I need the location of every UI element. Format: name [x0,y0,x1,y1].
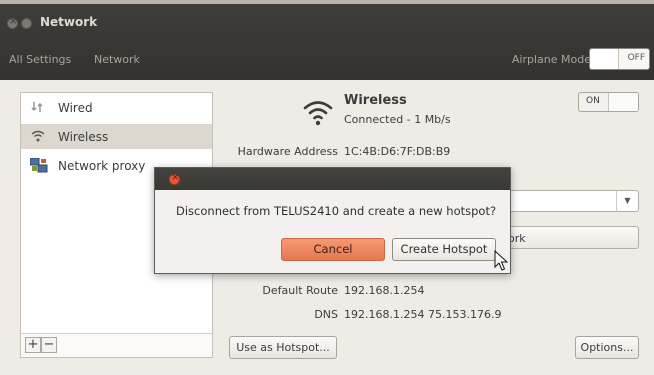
chevron-down-icon: ▼ [616,191,638,211]
default-route-value: 192.168.1.254 [344,284,425,297]
sidebar-item-wired[interactable]: Wired [21,95,212,120]
dialog-close-button[interactable] [169,172,180,185]
hardware-address-label: Hardware Address [237,145,338,158]
wired-network-icon [30,100,46,114]
breadcrumb-all-settings[interactable]: All Settings [9,53,71,66]
airplane-mode-label: Airplane Mode [511,53,591,66]
remove-connection-button[interactable]: − [41,337,57,353]
window-titlebar: Network All Settings Network Airplane Mo… [0,4,654,80]
default-route-label: Default Route [262,284,338,297]
window-title: Network [40,15,98,29]
window-close-button[interactable] [7,16,18,29]
hotspot-confirm-dialog: Disconnect from TELUS2410 and create a n… [154,167,511,274]
breadcrumb-network[interactable]: Network [94,53,140,66]
sidebar-footer: + − [21,333,212,357]
wireless-title: Wireless [344,93,407,108]
sidebar-item-label: Wireless [58,130,109,144]
use-as-hotspot-button[interactable]: Use as Hotspot... [229,336,337,359]
toggle-knob [590,49,619,69]
dialog-message: Disconnect from TELUS2410 and create a n… [176,204,497,218]
wireless-status: Connected - 1 Mb/s [344,113,451,126]
dialog-titlebar [155,168,510,190]
hardware-address-value: 1C:4B:D6:7F:DB:B9 [344,145,451,158]
sidebar-item-wireless[interactable]: Wireless [21,124,212,149]
add-connection-button[interactable]: + [25,337,41,353]
network-proxy-icon [29,157,48,173]
dns-label: DNS [314,308,338,321]
dns-value: 192.168.1.254 75.153.176.9 [344,308,502,321]
airplane-mode-state: OFF [627,53,645,63]
toggle-knob [608,93,638,111]
sidebar-item-label: Network proxy [58,159,146,173]
sidebar-item-label: Wired [58,101,93,115]
mouse-pointer-icon [494,249,509,272]
wireless-toggle-state: ON [586,96,600,106]
window-minimize-button[interactable] [21,18,32,29]
wireless-toggle[interactable]: ON [578,92,639,112]
cancel-button[interactable]: Cancel [281,238,385,261]
options-button[interactable]: Options... [575,336,639,359]
create-hotspot-button[interactable]: Create Hotspot [392,238,496,261]
wifi-signal-icon [302,97,334,127]
airplane-mode-toggle[interactable]: OFF [589,48,650,70]
wifi-icon [30,129,46,143]
